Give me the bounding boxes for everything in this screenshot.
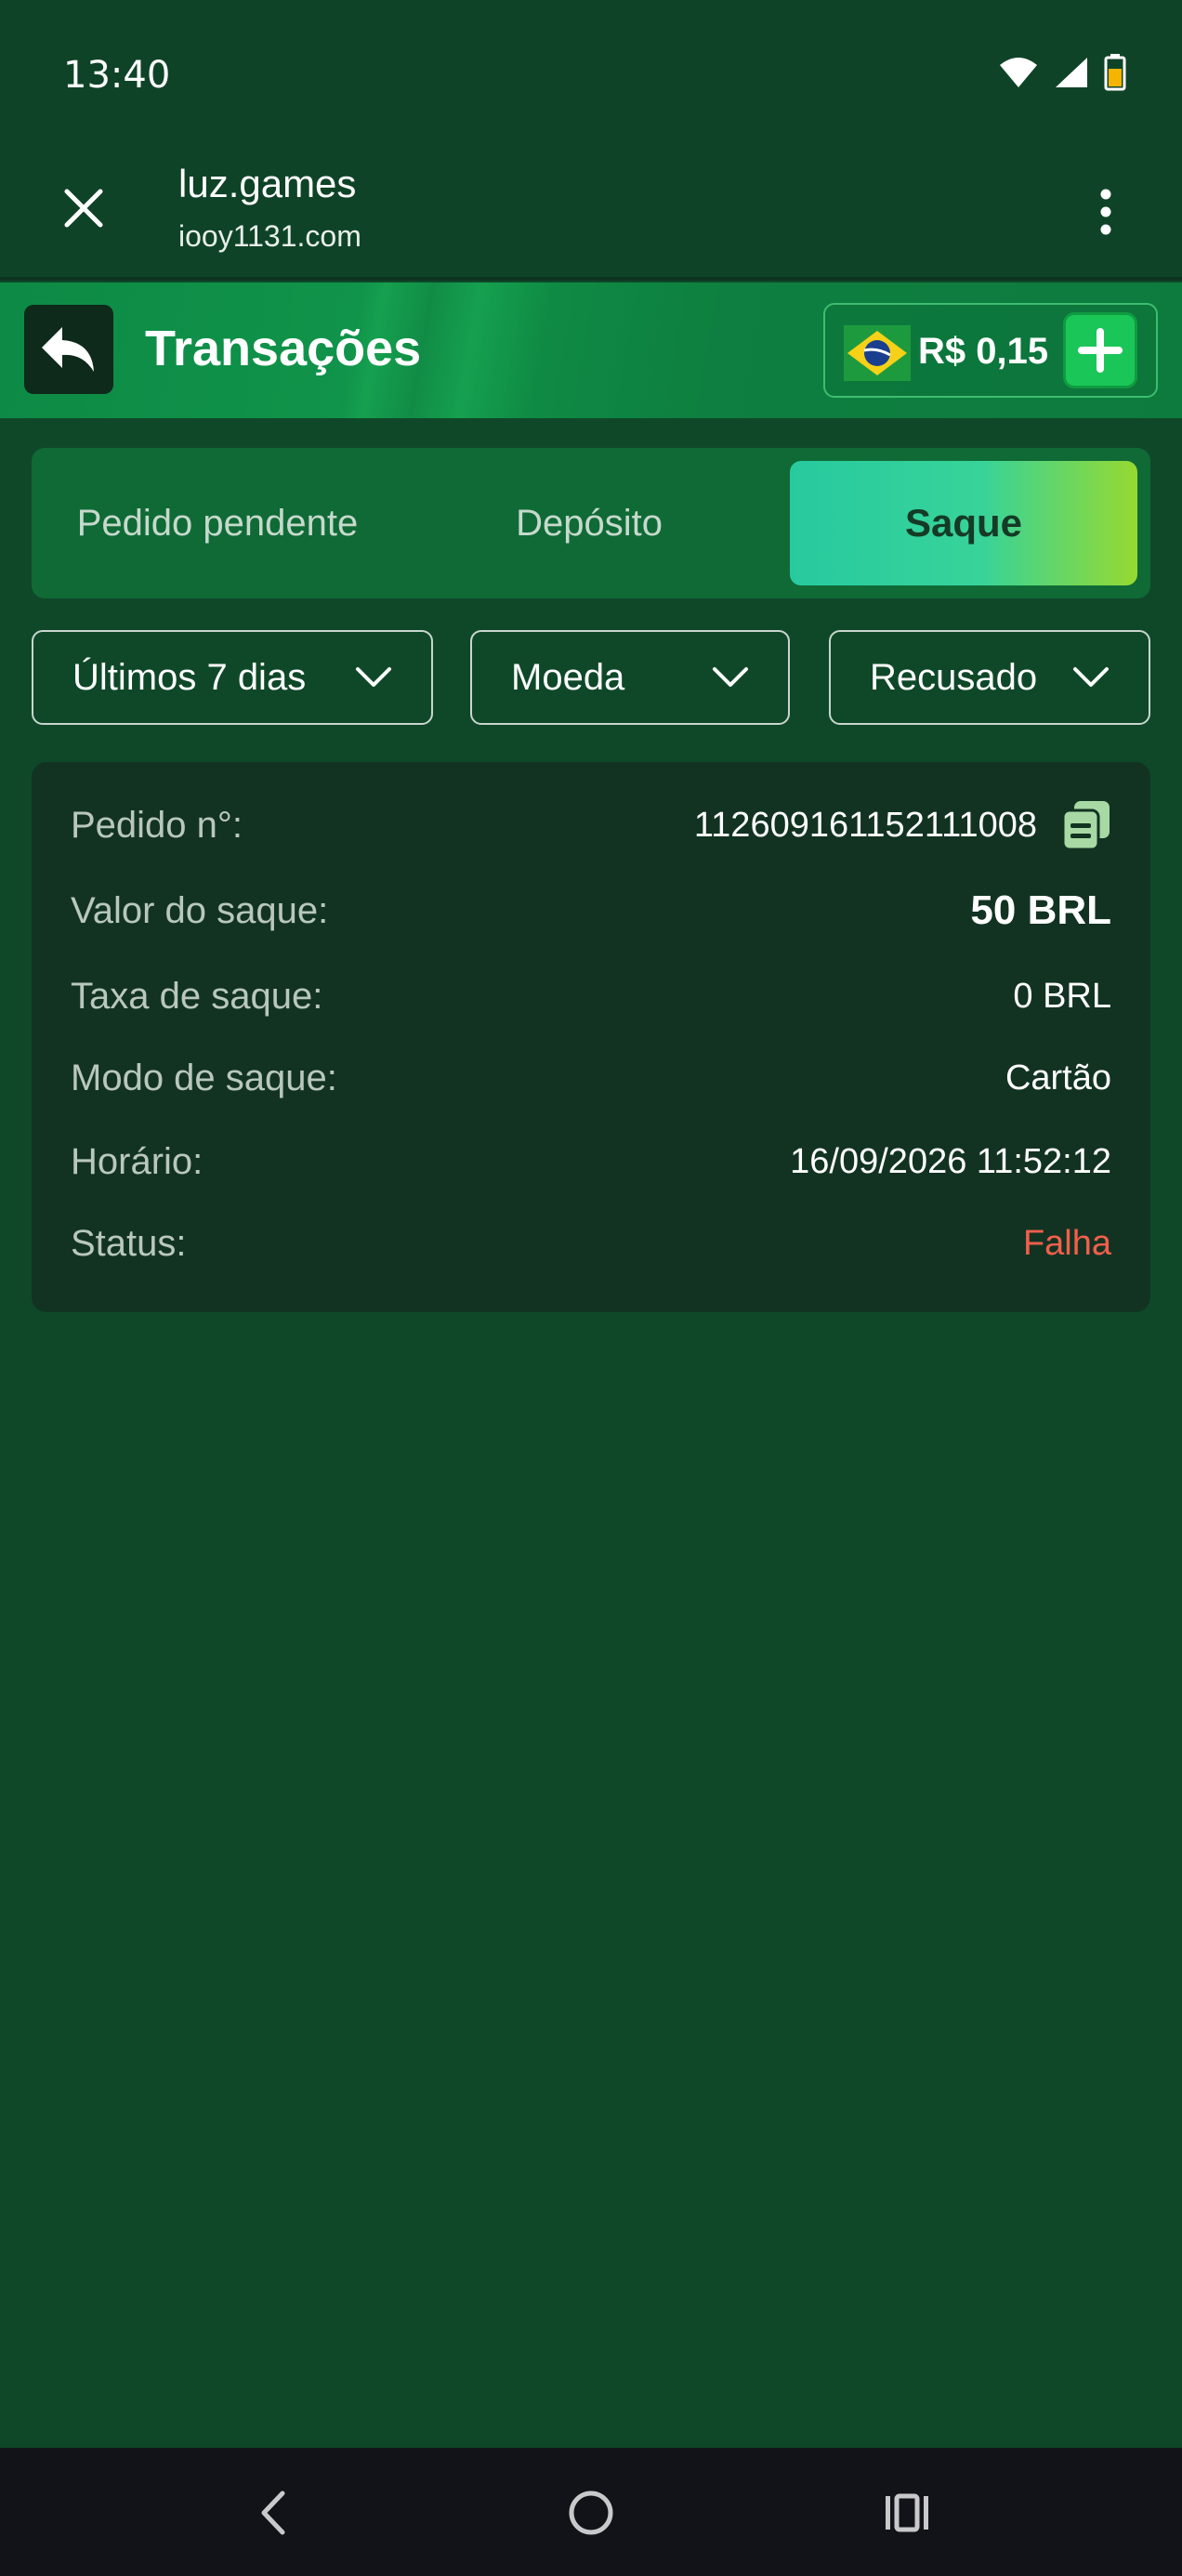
status-filter[interactable]: Recusado (829, 630, 1150, 725)
home-circle-icon (569, 2491, 613, 2535)
browser-bar: luz.games iooy1131.com (0, 139, 1182, 281)
mode-row: Modo de saque: Cartão (71, 1050, 1111, 1106)
signal-icon (1054, 56, 1089, 94)
status-row: Status: Falha (71, 1216, 1111, 1271)
recents-icon (886, 2493, 928, 2532)
nav-recents-button[interactable] (870, 2476, 944, 2550)
back-button[interactable] (24, 305, 113, 394)
order-number: 112609161152111008 (693, 805, 1037, 845)
tab-withdrawal[interactable]: Saque (790, 461, 1137, 585)
status-badge: Falha (1022, 1223, 1111, 1263)
amount-label: Valor do saque: (71, 889, 329, 931)
period-filter-label: Últimos 7 dias (72, 656, 307, 698)
currency-filter-label: Moeda (511, 656, 625, 698)
add-funds-button[interactable] (1063, 312, 1137, 388)
battery-icon (1104, 54, 1126, 96)
time-label: Horário: (71, 1140, 204, 1182)
more-vert-icon (1100, 189, 1111, 235)
close-button[interactable] (48, 173, 119, 243)
tab-pending-order[interactable]: Pedido pendente (32, 461, 403, 585)
balance-widget: R$ 0,15 (823, 303, 1158, 398)
app-header: Transações R$ 0,15 (0, 283, 1182, 418)
fee-row: Taxa de saque: 0 BRL (71, 968, 1111, 1024)
chevron-down-icon (713, 667, 748, 687)
mode-label: Modo de saque: (71, 1057, 337, 1098)
page-title: Transações (145, 321, 422, 376)
status-filter-label: Recusado (870, 656, 1038, 698)
order-label: Pedido n°: (71, 804, 243, 846)
nav-back-button[interactable] (236, 2476, 310, 2550)
brazil-flag-icon (844, 325, 911, 381)
order-row: Pedido n°: 112609161152111008 (71, 797, 1111, 853)
fee-value: 0 BRL (1013, 976, 1111, 1016)
currency-filter[interactable]: Moeda (470, 630, 790, 725)
mode-value: Cartão (1005, 1058, 1111, 1097)
time-value: 16/09/2026 11:52:12 (790, 1141, 1111, 1181)
status-time: 13:40 (63, 54, 171, 97)
order-value-group: 112609161152111008 (694, 799, 1111, 851)
screen: 13:40 luz.games iooy1131.com Transações … (0, 0, 1182, 2576)
chevron-down-icon (1073, 667, 1109, 687)
status-label: Status: (71, 1222, 187, 1264)
period-filter[interactable]: Últimos 7 dias (32, 630, 433, 725)
copy-icon[interactable] (1061, 799, 1111, 851)
time-row: Horário: 16/09/2026 11:52:12 (71, 1134, 1111, 1189)
amount-value: 50 BRL (970, 887, 1111, 933)
wifi-icon (998, 56, 1039, 94)
site-url: iooy1131.com (178, 219, 361, 253)
status-icons (998, 54, 1126, 96)
close-icon (64, 189, 103, 228)
back-icon (42, 327, 94, 372)
more-options-button[interactable] (1080, 177, 1132, 247)
site-title: luz.games (178, 162, 357, 205)
transaction-tabs: Pedido pendente Depósito Saque (32, 448, 1150, 598)
fee-label: Taxa de saque: (71, 975, 323, 1017)
tab-deposit[interactable]: Depósito (403, 461, 775, 585)
chevron-left-icon (261, 2491, 285, 2535)
amount-row: Valor do saque: 50 BRL (71, 883, 1111, 939)
chevron-down-icon (356, 667, 391, 687)
system-nav-bar (0, 2448, 1182, 2576)
plus-icon (1078, 328, 1123, 373)
nav-home-button[interactable] (554, 2476, 628, 2550)
transaction-card: Pedido n°: 112609161152111008 Valor do s… (32, 762, 1150, 1312)
status-bar: 13:40 (0, 0, 1182, 139)
balance-amount: R$ 0,15 (918, 331, 1049, 372)
